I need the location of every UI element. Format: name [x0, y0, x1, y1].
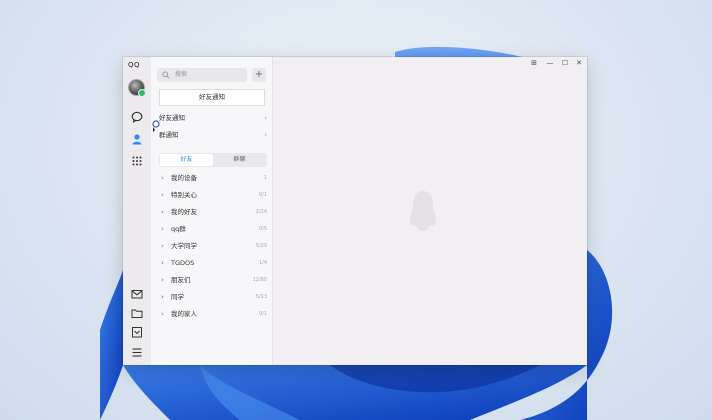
- chat-bubble-icon[interactable]: [131, 111, 143, 123]
- minimize-icon[interactable]: —: [545, 59, 555, 67]
- friend-group-row[interactable]: › 朋友们 12/80: [159, 272, 267, 289]
- chevron-right-icon: ›: [161, 276, 164, 284]
- maximize-icon[interactable]: ☐: [560, 59, 570, 67]
- group-count: 0/1: [258, 192, 267, 198]
- friend-group-row[interactable]: › 大学同学 5/29: [159, 238, 267, 255]
- contacts-panel: 搜索 + 好友通知 好友通知 › 群通知 › 好友 群聊 › 我的设备 1 › …: [151, 57, 273, 365]
- close-icon[interactable]: ✕: [574, 59, 584, 67]
- qq-penguin-watermark-icon: [410, 191, 436, 231]
- group-count: 1: [263, 175, 267, 181]
- group-count: 0/5: [258, 226, 267, 232]
- friend-group-row[interactable]: › 我的家人 0/1: [159, 306, 267, 323]
- friend-group-row[interactable]: › 特别关心 0/1: [159, 187, 267, 204]
- group-count: 2/24: [255, 209, 267, 215]
- search-placeholder: 搜索: [175, 71, 188, 78]
- mail-icon[interactable]: [131, 288, 143, 300]
- chevron-right-icon: ›: [264, 131, 267, 139]
- group-count: 5/29: [255, 243, 267, 249]
- friend-requests-row[interactable]: 好友通知 ›: [159, 112, 267, 124]
- friend-group-row[interactable]: › 我的好友 2/24: [159, 204, 267, 221]
- tab-friends[interactable]: 好友: [160, 154, 213, 166]
- contacts-tab-switch: 好友 群聊: [159, 153, 267, 167]
- chevron-right-icon: ›: [161, 208, 164, 216]
- group-count: 12/80: [252, 277, 267, 283]
- chevron-right-icon: ›: [161, 225, 164, 233]
- group-name: TGDOS: [171, 259, 195, 267]
- tab-groups[interactable]: 群聊: [213, 154, 266, 166]
- chevron-right-icon: ›: [161, 174, 164, 182]
- group-name: 我的设备: [171, 174, 197, 182]
- friend-group-row[interactable]: › 我的设备 1: [159, 170, 267, 187]
- friend-group-row[interactable]: › TGDOS 1/4: [159, 255, 267, 272]
- chevron-right-icon: ›: [264, 114, 267, 122]
- menu-icon[interactable]: [131, 346, 143, 358]
- contacts-person-icon[interactable]: [131, 133, 143, 145]
- chevron-right-icon: ›: [161, 242, 164, 250]
- group-notify-label: 群通知: [159, 131, 179, 139]
- friend-notify-label: 好友通知: [199, 93, 225, 101]
- friend-notify-button[interactable]: 好友通知: [159, 89, 265, 106]
- group-name: 同学: [171, 293, 184, 301]
- search-input[interactable]: 搜索: [157, 68, 247, 82]
- chevron-right-icon: ›: [161, 191, 164, 199]
- group-name: 朋友们: [171, 276, 191, 284]
- search-icon: [162, 71, 170, 79]
- group-name: 我的好友: [171, 208, 197, 216]
- chevron-right-icon: ›: [161, 310, 164, 318]
- online-status-dot: [138, 89, 146, 97]
- group-count: 1/4: [258, 260, 267, 266]
- group-name: 大学同学: [171, 242, 197, 250]
- favorites-icon[interactable]: [131, 326, 143, 338]
- group-count: 5/13: [255, 294, 267, 300]
- group-name: 我的家人: [171, 310, 197, 318]
- friend-group-list: › 我的设备 1 › 特别关心 0/1 › 我的好友 2/24 › qq群 0/…: [159, 170, 267, 323]
- chevron-right-icon: ›: [161, 259, 164, 267]
- group-notify-row[interactable]: 群通知 ›: [159, 129, 267, 141]
- friend-group-row[interactable]: › 同学 5/13: [159, 289, 267, 306]
- friend-group-row[interactable]: › qq群 0/5: [159, 221, 267, 238]
- app-logo: QQ: [128, 61, 141, 69]
- folder-icon[interactable]: [131, 307, 143, 319]
- mouse-cursor-icon: [152, 120, 160, 132]
- chat-content-area: ⊞ — ☐ ✕: [273, 57, 587, 365]
- friend-requests-label: 好友通知: [159, 114, 185, 122]
- group-name: qq群: [171, 225, 186, 233]
- desktop: QQ 搜索 + 好友通知 好友通知 › 群通知 › 好友 群聊 › 我的设备 1…: [0, 0, 712, 420]
- apps-grid-icon[interactable]: [131, 155, 143, 167]
- nav-rail: QQ: [123, 57, 151, 365]
- add-button[interactable]: +: [252, 68, 266, 82]
- pin-icon[interactable]: ⊞: [529, 59, 539, 67]
- avatar[interactable]: [128, 79, 146, 97]
- chevron-right-icon: ›: [161, 293, 164, 301]
- group-name: 特别关心: [171, 191, 197, 199]
- group-count: 0/1: [258, 311, 267, 317]
- qq-window: QQ 搜索 + 好友通知 好友通知 › 群通知 › 好友 群聊 › 我的设备 1…: [123, 57, 587, 365]
